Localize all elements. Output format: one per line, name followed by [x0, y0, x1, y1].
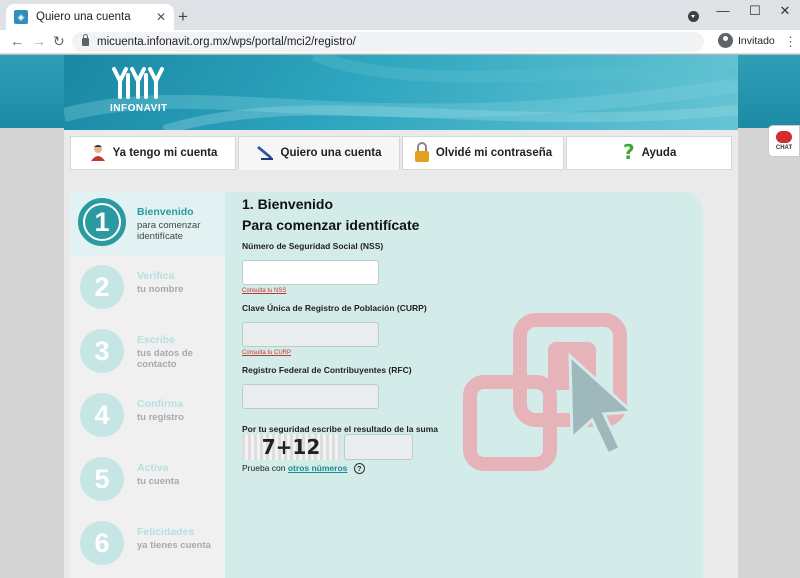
tab-label: Ayuda [641, 147, 677, 159]
step-4: 4 Confirma tu registro [70, 384, 225, 448]
step-title: Activa [137, 462, 169, 474]
cursor-watermark-icon [463, 313, 636, 471]
step-3: 3 Escribe tus datos de contacto [70, 320, 225, 384]
step-title: Confirma [137, 398, 184, 410]
step-number: 1 [78, 198, 126, 246]
step-number: 4 [80, 393, 124, 437]
step-1: 1 Bienvenido para comenzar identifícate [70, 192, 225, 256]
curp-input[interactable] [242, 322, 379, 347]
tab-label: Ya tengo mi cuenta [112, 147, 218, 159]
step-title: Felicidades [137, 526, 195, 538]
browser-tab-bar: ◈ Quiero una cuenta ✕ + — ☐ ✕ [0, 0, 800, 30]
step-subtitle: tu cuenta [137, 476, 180, 487]
tab-title: Quiero una cuenta [36, 11, 131, 23]
tab-ya-tengo-cuenta[interactable]: Ya tengo mi cuenta [70, 136, 236, 170]
maximize-button[interactable]: ☐ [740, 3, 770, 19]
browser-toolbar: ← → ↻ micuenta.infonavit.org.mx/wps/port… [0, 30, 800, 54]
nss-label: Número de Seguridad Social (NSS) [242, 241, 384, 251]
step-title: Bienvenido [137, 206, 194, 218]
page-title: 1. Bienvenido [242, 196, 334, 212]
otros-numeros-link[interactable]: otros números [288, 463, 348, 473]
close-window-button[interactable]: ✕ [770, 3, 800, 19]
minimize-button[interactable]: — [708, 3, 738, 18]
profile-label: Invitado [738, 34, 775, 47]
browser-tab[interactable]: ◈ Quiero una cuenta ✕ [6, 4, 174, 30]
tab-olvide-contrasena[interactable]: Olvidé mi contraseña [402, 136, 564, 170]
address-bar[interactable]: micuenta.infonavit.org.mx/wps/portal/mci… [72, 32, 704, 52]
new-tab-button[interactable]: + [178, 7, 188, 27]
tab-label: Quiero una cuenta [280, 147, 382, 159]
tab-quiero-cuenta[interactable]: Quiero una cuenta [238, 136, 400, 170]
back-icon[interactable]: ← [10, 33, 24, 49]
svg-text:?: ? [623, 142, 635, 162]
avatar-icon [718, 33, 733, 48]
step-6: 6 Felicidades ya tienes cuenta [70, 512, 225, 576]
step-5: 5 Activa tu cuenta [70, 448, 225, 512]
rfc-input[interactable] [242, 384, 379, 409]
step-number: 3 [80, 329, 124, 373]
step-number: 5 [80, 457, 124, 501]
infonavit-logo-icon[interactable] [110, 65, 172, 101]
consulta-curp-link[interactable]: Consulta tu CURP [242, 350, 291, 356]
step-subtitle: tu nombre [137, 284, 184, 295]
padlock-icon [414, 141, 430, 165]
step-number: 2 [80, 265, 124, 309]
user-icon [89, 143, 107, 164]
step-title: Verifica [137, 270, 175, 282]
rfc-label: Registro Federal de Contribuyentes (RFC) [242, 365, 412, 375]
pen-icon [256, 143, 275, 164]
help-icon[interactable]: ? [353, 463, 365, 474]
browser-menu-icon[interactable]: ⋮ [784, 34, 797, 50]
tab-label: Olvidé mi contraseña [435, 147, 553, 159]
step-subtitle: tu registro [137, 412, 184, 423]
captcha-retry: Prueba con otros números ? [242, 463, 365, 474]
forward-icon[interactable]: → [32, 33, 46, 49]
curp-label: Clave Única de Registro de Población (CU… [242, 303, 427, 313]
account-tabs: Ya tengo mi cuenta Quiero una cuenta Olv… [70, 136, 732, 170]
step-title: Escribe [137, 334, 175, 346]
retry-prefix: Prueba con [242, 463, 286, 473]
captcha-label: Por tu seguridad escribe el resultado de… [242, 424, 439, 434]
step-subtitle: para comenzar identifícate [137, 220, 201, 242]
tab-search-icon[interactable] [688, 11, 699, 22]
tab-ayuda[interactable]: ? Ayuda [566, 136, 732, 170]
site-favicon-icon: ◈ [14, 10, 28, 24]
lock-icon [82, 34, 89, 46]
step-number: 6 [80, 521, 124, 565]
url-text: micuenta.infonavit.org.mx/wps/portal/mci… [97, 36, 356, 48]
page-subtitle: Para comenzar identifícate [242, 217, 420, 233]
chat-button[interactable]: CHAT [768, 125, 800, 157]
nss-input[interactable] [242, 260, 379, 285]
chat-bubble-icon [776, 131, 792, 143]
consulta-nss-link[interactable]: Consulta tu NSS [242, 288, 286, 294]
step-2: 2 Verifica tu nombre [70, 256, 225, 320]
logo-text: INFONAVIT [110, 103, 168, 114]
profile-button[interactable]: Invitado [718, 33, 775, 48]
step-subtitle: ya tienes cuenta [137, 540, 211, 551]
chat-label: CHAT [775, 145, 793, 151]
step-subtitle: tus datos de contacto [137, 348, 193, 370]
reload-icon[interactable]: ↻ [53, 33, 65, 50]
registration-steps: 1 Bienvenido para comenzar identifícate … [70, 192, 225, 578]
captcha-image: 7+12 [242, 434, 340, 460]
question-icon: ? [622, 140, 636, 165]
close-tab-icon[interactable]: ✕ [156, 10, 166, 24]
captcha-input[interactable] [344, 434, 413, 460]
